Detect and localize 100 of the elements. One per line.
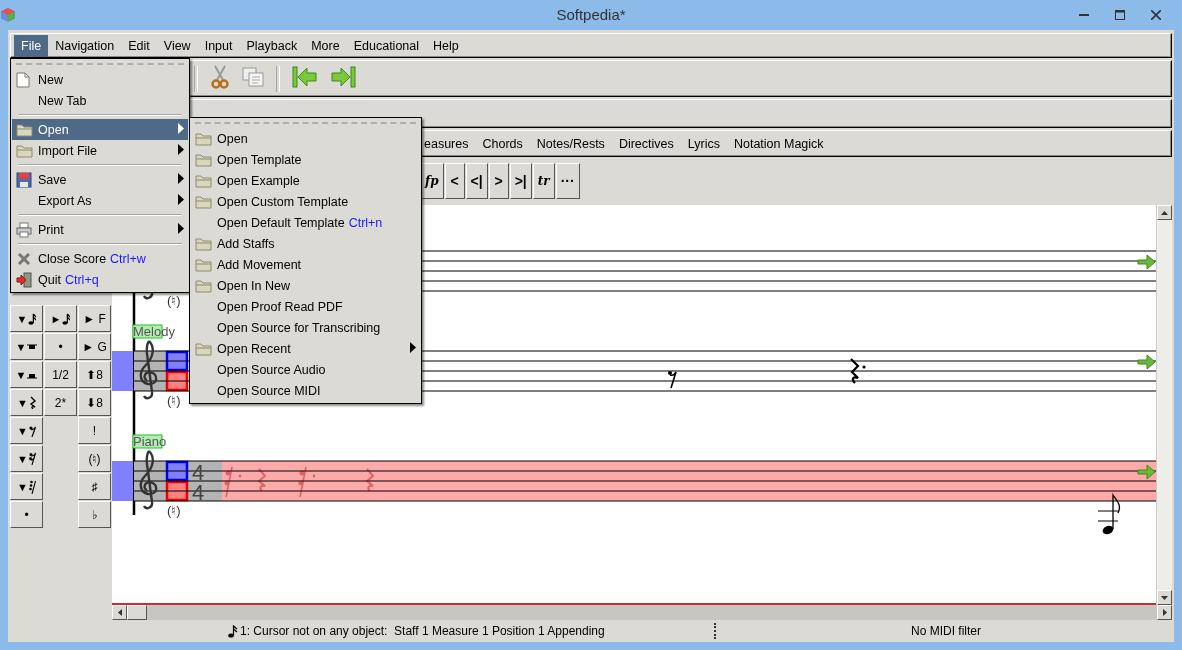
folder-icon [195, 173, 212, 188]
menu-item[interactable]: Open Source for Transcribing [191, 317, 420, 338]
menu-item[interactable]: Open Example [191, 170, 420, 191]
down-arrow-icon [1161, 595, 1168, 600]
menu-bar-item[interactable]: Input [197, 34, 240, 57]
palette-button[interactable]: ⬇8 [78, 389, 111, 416]
ghost-rest [224, 466, 242, 498]
menu-item[interactable]: Open Template [191, 149, 420, 170]
menu-bar-item[interactable]: Educational [346, 34, 426, 57]
eighth-rest [668, 371, 677, 389]
toolbar-button[interactable] [210, 65, 230, 92]
skip-to-start-icon [292, 65, 318, 89]
toolbar-menu-item[interactable]: Directives [618, 136, 674, 151]
menu-bar-item[interactable]: Help [426, 34, 466, 57]
toolbar-menu-item[interactable]: Notation Magick [733, 136, 824, 151]
folder-icon [195, 257, 212, 272]
menu-bar-item[interactable]: View [156, 34, 198, 57]
maximize-icon [1115, 10, 1125, 20]
palette-button[interactable]: ▼ [10, 333, 43, 360]
palette-button[interactable]: ► G [78, 333, 111, 360]
palette-button[interactable]: ♯ [78, 473, 111, 500]
scroll-right-button[interactable] [1157, 605, 1172, 620]
left-arrow-icon [117, 609, 122, 616]
palette-button[interactable]: ··· [555, 163, 580, 199]
menu-item[interactable]: Open Source Audio [191, 359, 420, 380]
voice-box [165, 480, 189, 502]
menu-item[interactable]: Open Default Template Ctrl+n [191, 212, 420, 233]
scroll-left-button[interactable] [112, 605, 127, 620]
palette-button[interactable]: 1/2 [44, 361, 77, 388]
toolbar-menu-item[interactable]: Chords [482, 136, 523, 151]
up-arrow-icon [1161, 210, 1168, 215]
sixteenth-note-icon [62, 312, 71, 325]
treble-clef-icon [139, 339, 158, 400]
skip-to-end-icon [330, 65, 356, 89]
toolbar-menu-item[interactable]: easures [424, 136, 469, 151]
scissors-icon [210, 65, 230, 89]
palette-button[interactable]: ♭ [78, 501, 111, 528]
menu-item[interactable]: Open Recent [191, 338, 420, 359]
palette-button[interactable]: >| [509, 163, 532, 199]
exit-icon [16, 271, 32, 288]
palette-button[interactable]: ▼ [10, 473, 43, 500]
menu-bar-item[interactable]: More [304, 34, 347, 57]
menu-bar-item[interactable]: Edit [121, 34, 157, 57]
staff-name: Melody [132, 324, 175, 339]
toolbar-menu-item[interactable]: Lyrics [687, 136, 720, 151]
menu-item[interactable]: Open [191, 128, 420, 149]
arrow-icon [1137, 254, 1156, 270]
menu-item[interactable]: Add Movement [191, 254, 420, 275]
voice-box [165, 460, 189, 482]
sixteenth-note-icon [28, 312, 37, 325]
menu-item[interactable]: New Tab [12, 90, 188, 111]
palette-button[interactable]: <| [465, 163, 488, 199]
menu-item[interactable]: Open [12, 119, 188, 140]
menu-item[interactable]: Add Staffs [191, 233, 420, 254]
palette-button[interactable]: fp [420, 163, 444, 199]
document-icon [16, 71, 30, 88]
menu-bar-item[interactable]: File [14, 34, 49, 57]
menu-item[interactable]: New [12, 69, 188, 90]
palette-button[interactable]: ⬆8 [78, 361, 111, 388]
submenu-arrow-icon [178, 222, 184, 234]
menu-bar-item[interactable]: Navigation [48, 34, 122, 57]
folder-icon [195, 278, 212, 293]
palette-button[interactable]: ► F [78, 305, 111, 332]
whole-rest-icon [27, 342, 38, 351]
window-title: Softpedia* [556, 6, 626, 23]
menu-item[interactable]: Open Proof Read PDF [191, 296, 420, 317]
voice-box [165, 350, 189, 372]
menu-item[interactable]: Open Source MIDI [191, 380, 420, 401]
menu-bar-item[interactable]: Playback [239, 34, 305, 57]
palette-button[interactable]: tr [532, 163, 555, 199]
toolbar-menu-item[interactable]: Notes/Rests [536, 136, 605, 151]
palette-button[interactable]: ! [78, 417, 111, 444]
palette-button[interactable]: • [10, 501, 43, 528]
palette-button[interactable]: 2* [44, 389, 77, 416]
palette-button[interactable]: • [44, 333, 77, 360]
palette-button[interactable]: < [444, 163, 465, 199]
palette-button[interactable]: > [488, 163, 509, 199]
menu-item[interactable]: Open In New [191, 275, 420, 296]
menu-item[interactable]: Save [12, 169, 188, 190]
palette-button[interactable]: (♮) [78, 445, 111, 472]
cautionary-natural: (♮) [167, 293, 181, 308]
voice-box [165, 370, 189, 392]
palette-button[interactable]: ▼ [10, 417, 43, 444]
scroll-down-button[interactable] [1157, 590, 1172, 605]
app-icon [0, 7, 16, 23]
scroll-up-button[interactable] [1157, 205, 1172, 220]
sixteenth-rest-icon [28, 452, 36, 465]
scrollbar-thumb[interactable] [127, 605, 147, 620]
copy-icon [242, 67, 264, 87]
palette-button[interactable]: ► [44, 305, 77, 332]
ghost-rest [258, 468, 266, 492]
menu-item[interactable]: Import File [12, 140, 188, 161]
close-icon [1151, 10, 1161, 20]
folder-icon [195, 236, 212, 251]
palette-button[interactable]: ▼ [10, 445, 43, 472]
cautionary-natural: (♮) [167, 393, 181, 408]
thirty-second-rest-icon [28, 479, 36, 494]
palette-button[interactable]: ▼ [10, 361, 43, 388]
palette-button[interactable]: ▼ [10, 305, 43, 332]
palette-button[interactable]: ▼ [10, 389, 43, 416]
